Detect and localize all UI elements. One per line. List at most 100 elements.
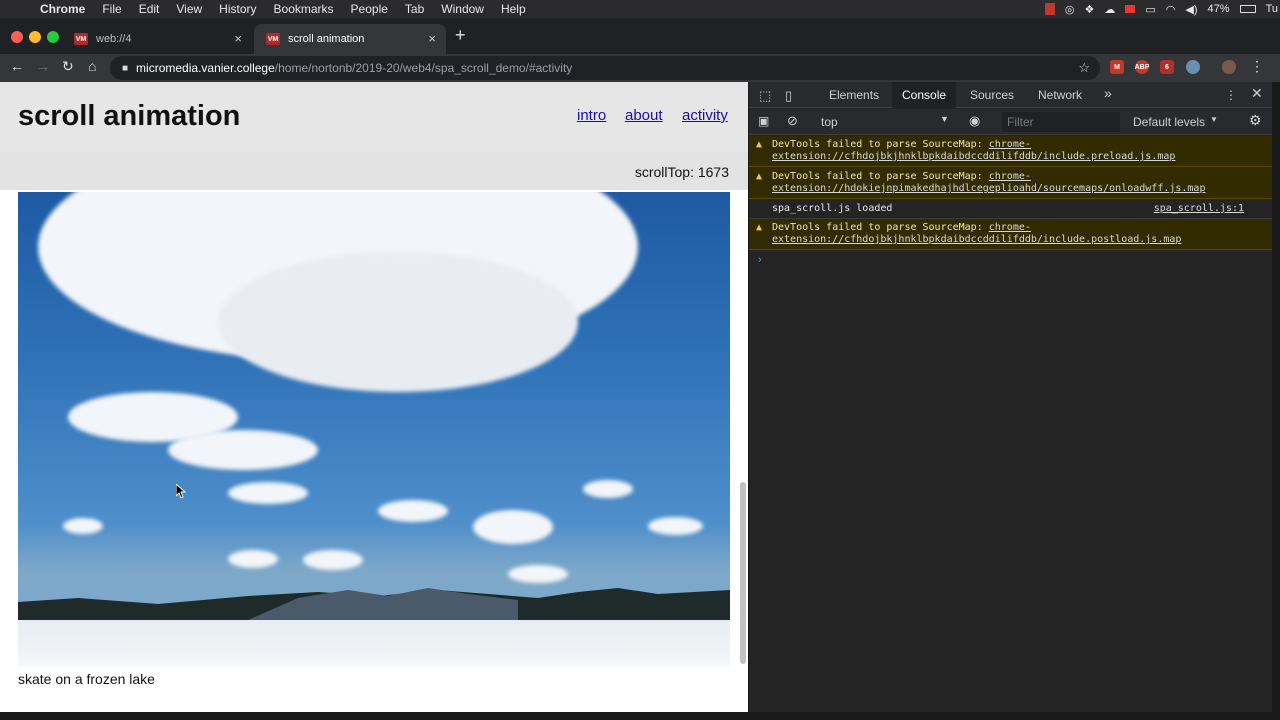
menu-window[interactable]: Window [441, 2, 484, 16]
address-bar[interactable]: ■ micromedia.vanier.college /home/norton… [110, 56, 1100, 80]
menu-help[interactable]: Help [501, 2, 526, 16]
menu-people[interactable]: People [351, 2, 388, 16]
reload-icon[interactable]: ↻ [62, 58, 74, 75]
battery-icon[interactable] [1239, 5, 1256, 13]
nav-link-activity[interactable]: activity [682, 107, 728, 124]
creative-cloud-icon[interactable]: ◎ [1065, 3, 1075, 16]
adblock-extension-icon[interactable]: ABP [1135, 60, 1149, 74]
inspect-element-icon[interactable]: ⬚ [759, 88, 771, 104]
warning-icon: ▲ [756, 222, 763, 233]
more-tabs-icon[interactable]: » [1104, 85, 1112, 101]
cloud-shape [303, 550, 363, 570]
page-header: scroll animation intro about activity [0, 82, 748, 152]
record-icon[interactable] [1044, 3, 1055, 15]
console-message-text: DevTools failed to parse SourceMap: chro… [772, 222, 1257, 246]
cloud-shape [378, 500, 448, 522]
extension-circle-icon[interactable] [1186, 60, 1200, 74]
snow-field [18, 620, 730, 666]
message-prefix: DevTools failed to parse SourceMap: [772, 171, 989, 182]
wifi-icon[interactable]: ◠ [1166, 3, 1176, 16]
console-message-text: DevTools failed to parse SourceMap: chro… [772, 171, 1257, 195]
extension-badge-icon[interactable]: 6 [1160, 60, 1174, 74]
menu-tab[interactable]: Tab [405, 2, 424, 16]
close-devtools-icon[interactable]: ✕ [1251, 85, 1263, 102]
tab-title: scroll animation [288, 33, 365, 45]
sidebar-toggle-icon[interactable]: ▣ [758, 114, 769, 128]
page-scrollbar[interactable] [740, 482, 746, 664]
cloud-upload-icon[interactable]: ☁ [1104, 3, 1115, 16]
menu-view[interactable]: View [176, 2, 202, 16]
cloud-shape [218, 252, 578, 392]
nav-link-intro[interactable]: intro [577, 107, 606, 124]
devtools-panel: ⬚ ▯ Elements Console Sources Network » ⋮… [749, 82, 1272, 712]
nav-link-about[interactable]: about [625, 107, 663, 124]
address-path: /home/nortonb/2019-20/web4/spa_scroll_de… [274, 61, 573, 75]
console-message-log: spa_scroll.js loaded spa_scroll.js:1 [749, 200, 1272, 219]
context-selector[interactable]: top [821, 115, 838, 129]
menu-bookmarks[interactable]: Bookmarks [274, 2, 334, 16]
back-icon[interactable]: ← [10, 58, 24, 74]
console-settings-gear-icon[interactable]: ⚙ [1249, 112, 1262, 129]
tab-sources[interactable]: Sources [970, 88, 1014, 102]
tab-scroll-animation[interactable]: VM scroll animation × [254, 24, 446, 54]
cloud-shape [583, 480, 633, 498]
new-tab-icon[interactable]: + [455, 25, 466, 46]
page-title: scroll animation [18, 100, 241, 132]
console-prompt[interactable]: › [758, 254, 762, 266]
mountain-treeline [18, 588, 730, 620]
photo-caption: skate on a frozen lake [18, 671, 155, 687]
close-tab-icon[interactable]: × [428, 31, 436, 46]
close-tab-icon[interactable]: × [234, 31, 242, 46]
menu-file[interactable]: File [102, 2, 121, 16]
tab-console[interactable]: Console [892, 82, 957, 108]
bookmark-star-icon[interactable]: ☆ [1078, 60, 1090, 76]
console-message-warning: ▲ DevTools failed to parse SourceMap: ch… [749, 136, 1272, 167]
message-prefix: DevTools failed to parse SourceMap: [772, 222, 989, 233]
frozen-lake-photo [18, 192, 730, 666]
browser-tabstrip: VM web://4 × VM scroll animation × + [0, 18, 1280, 54]
minimize-window-button[interactable] [29, 31, 41, 43]
screen-icon[interactable]: ▭ [1145, 3, 1155, 16]
tab-elements[interactable]: Elements [829, 88, 879, 102]
chevron-down-icon[interactable]: ▼ [1210, 115, 1218, 124]
clock-day[interactable]: Tu [1266, 3, 1278, 15]
lock-icon[interactable]: ■ [122, 63, 128, 74]
scroll-readout-bar: scrollTop: 1673 [0, 152, 748, 190]
tab-title: web://4 [96, 33, 132, 45]
console-message-warning: ▲ DevTools failed to parse SourceMap: ch… [749, 168, 1272, 199]
console-filter-input[interactable]: Filter [1002, 112, 1120, 132]
message-prefix: DevTools failed to parse SourceMap: [772, 139, 989, 150]
menu-app-name[interactable]: Chrome [40, 2, 85, 16]
close-window-button[interactable] [11, 31, 23, 43]
address-host: micromedia.vanier.college [136, 61, 275, 75]
profile-avatar[interactable] [1222, 60, 1236, 74]
log-levels-dropdown[interactable]: Default levels [1133, 115, 1205, 129]
device-toolbar-icon[interactable]: ▯ [785, 88, 792, 104]
home-icon[interactable]: ⌂ [88, 58, 96, 74]
chrome-menu-icon[interactable]: ⋮ [1250, 58, 1264, 75]
console-filter-bar: ▣ ⊘ top ▼ ◉ Filter Default levels ▼ ⚙ [749, 109, 1272, 135]
vanier-favicon-icon: VM [266, 33, 280, 45]
gmail-extension-icon[interactable]: M [1110, 60, 1124, 74]
warning-icon: ▲ [756, 139, 763, 150]
devtools-menu-icon[interactable]: ⋮ [1225, 88, 1237, 102]
tab-web4[interactable]: VM web://4 × [62, 24, 252, 54]
menu-edit[interactable]: Edit [139, 2, 160, 16]
web-page-viewport: scroll animation intro about activity sc… [0, 82, 748, 712]
clear-console-icon[interactable]: ⊘ [787, 113, 798, 129]
tab-network[interactable]: Network [1038, 88, 1082, 102]
scrolltop-readout: scrollTop: 1673 [634, 164, 729, 180]
console-message-text: DevTools failed to parse SourceMap: chro… [772, 139, 1257, 163]
devtools-tabbar: ⬚ ▯ Elements Console Sources Network » ⋮… [749, 82, 1272, 108]
vanier-favicon-icon: VM [74, 33, 88, 45]
source-location-link[interactable]: spa_scroll.js:1 [1154, 203, 1244, 215]
dropbox-icon[interactable]: ❖ [1085, 3, 1095, 16]
menu-history[interactable]: History [219, 2, 256, 16]
volume-icon[interactable]: ◀) [1185, 3, 1197, 16]
live-expression-eye-icon[interactable]: ◉ [969, 113, 980, 129]
forward-icon[interactable]: → [36, 58, 50, 74]
warning-icon: ▲ [756, 171, 763, 182]
maximize-window-button[interactable] [47, 31, 59, 43]
flag-icon[interactable] [1125, 5, 1136, 13]
chevron-down-icon[interactable]: ▼ [940, 114, 949, 124]
